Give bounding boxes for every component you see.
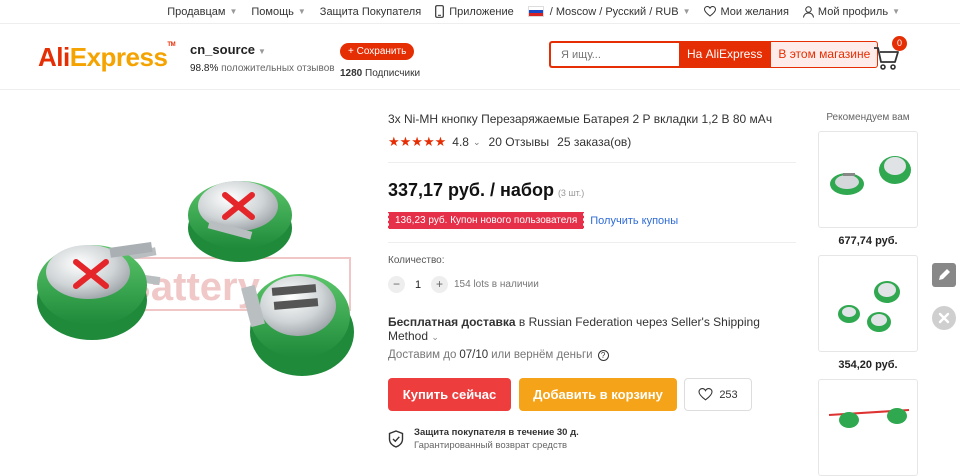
search-aliexpress-button[interactable]: На AliExpress [679, 41, 771, 68]
follow-store-button[interactable]: + Сохранить [340, 43, 415, 60]
recommended-item[interactable] [818, 379, 918, 476]
search-bar: На AliExpress В этом магазине [549, 41, 879, 68]
recommendations: Рекомендуем вам 677,74 руб. 354,20 руб. [818, 100, 918, 476]
wishlist-count: 253 [719, 388, 738, 401]
help-icon[interactable]: ? [597, 349, 609, 361]
help-menu[interactable]: Помощь ▼ [251, 6, 305, 18]
buyer-protection-link[interactable]: Защита Покупателя [320, 6, 421, 18]
chevron-down-icon: ▼ [229, 7, 238, 16]
recommended-item[interactable] [818, 255, 918, 352]
pencil-icon [939, 269, 950, 280]
feedback-edit-button[interactable] [932, 263, 956, 287]
product-details: 3x Ni-MH кнопку Перезаряжаемые Батарея 2… [386, 100, 798, 451]
chevron-down-icon: ▼ [297, 7, 306, 16]
rating-stars: ★★★★★ [388, 134, 447, 149]
russia-flag-icon [527, 6, 544, 17]
get-coupons-link[interactable]: Получить купоны [590, 215, 678, 227]
chevron-down-icon: ▼ [892, 7, 900, 16]
delivery-guarantee: Доставим до 07/10 или вернём деньги ? [388, 349, 798, 361]
quantity-label: Количество: [388, 255, 445, 266]
price-unit: (3 шт.) [557, 188, 585, 198]
store-feedback: 98.8% положительных отзывов [190, 63, 335, 74]
app-link[interactable]: Приложение [435, 5, 514, 18]
recommended-item[interactable] [818, 131, 918, 228]
subscribers: 1280 Подписчики [340, 68, 421, 79]
product-image[interactable]: Battery [30, 100, 360, 433]
orders-count: 25 заказа(ов) [557, 135, 632, 149]
heart-icon [704, 6, 717, 17]
follow-block: + Сохранить 1280 Подписчики [340, 41, 420, 79]
search-store-button[interactable]: В этом магазине [770, 41, 879, 68]
new-user-coupon-badge[interactable]: 136,23 руб. Купон нового пользователя [386, 212, 585, 229]
chevron-down-icon: ⌄ [431, 332, 439, 342]
recommendations-title: Рекомендуем вам [826, 112, 910, 123]
chevron-down-icon: ▼ [682, 7, 691, 16]
buy-now-button[interactable]: Купить сейчас [388, 378, 511, 411]
wishlist-button[interactable]: 253 [684, 378, 752, 411]
recommended-item-image [838, 281, 900, 332]
cart-count-badge: 0 [892, 36, 907, 51]
close-icon [938, 312, 950, 324]
quantity-increase-button[interactable]: + [431, 276, 448, 293]
reviews-link[interactable]: 20 Отзывы [489, 135, 550, 149]
battery-product-photo: Battery [37, 181, 354, 376]
chevron-down-icon: ▼ [258, 47, 266, 56]
user-icon [802, 5, 814, 18]
product-title: 3x Ni-MH кнопку Перезаряжаемые Батарея 2… [388, 112, 773, 126]
quantity-decrease-button[interactable]: − [388, 276, 405, 293]
buyer-protection: Защита покупателя в течение 30 д. Гарант… [388, 427, 798, 451]
shipping-info[interactable]: Бесплатная доставка в Russian Federation… [388, 315, 798, 343]
sellers-menu[interactable]: Продавцам ▼ [167, 6, 237, 18]
top-bar: Продавцам ▼ Помощь ▼ Защита Покупателя При… [0, 0, 960, 24]
quantity-value[interactable]: 1 [405, 279, 431, 291]
price: 337,17 руб. / набор (3 шт.) [388, 180, 585, 200]
coupon-row: 136,23 руб. Купон нового пользователя По… [386, 212, 796, 243]
chevron-down-icon[interactable]: ⌄ [473, 137, 481, 148]
rating-row: ★★★★★ 4.8 ⌄ 20 Отзывы 25 заказа(ов) [388, 134, 796, 163]
recommended-item-image [830, 156, 911, 195]
heart-icon [698, 388, 713, 401]
rating-value[interactable]: 4.8 [452, 135, 469, 149]
wishlist-link[interactable]: Мои желания [704, 6, 789, 18]
stock-count: 154 lots в наличии [454, 279, 539, 290]
close-button[interactable] [932, 306, 956, 330]
protection-subtitle: Гарантированный возврат средств [414, 440, 568, 451]
add-to-cart-button[interactable]: Добавить в корзину [519, 378, 677, 411]
recommended-item-price: 677,74 руб. [838, 235, 898, 247]
quantity-stepper: − 1 + 154 lots в наличии [388, 276, 798, 293]
phone-icon [435, 5, 445, 18]
header: AliExpressTM cn_source ▼ 98.8% положитель… [0, 24, 960, 90]
recommended-item-image [828, 408, 910, 428]
aliexpress-logo[interactable]: AliExpressTM [38, 42, 176, 73]
action-buttons: Купить сейчас Добавить в корзину 253 [388, 378, 798, 411]
store-name[interactable]: cn_source ▼ [190, 42, 335, 57]
locale-selector[interactable]: / Moscow / Русский / RUB ▼ [527, 6, 691, 18]
cart-button[interactable]: 0 [873, 36, 907, 72]
recommended-item-price: 354,20 руб. [838, 359, 898, 371]
search-input[interactable] [549, 41, 679, 68]
profile-menu[interactable]: Мой профиль ▼ [802, 5, 900, 18]
store-info: cn_source ▼ 98.8% положительных отзывов [190, 42, 335, 74]
